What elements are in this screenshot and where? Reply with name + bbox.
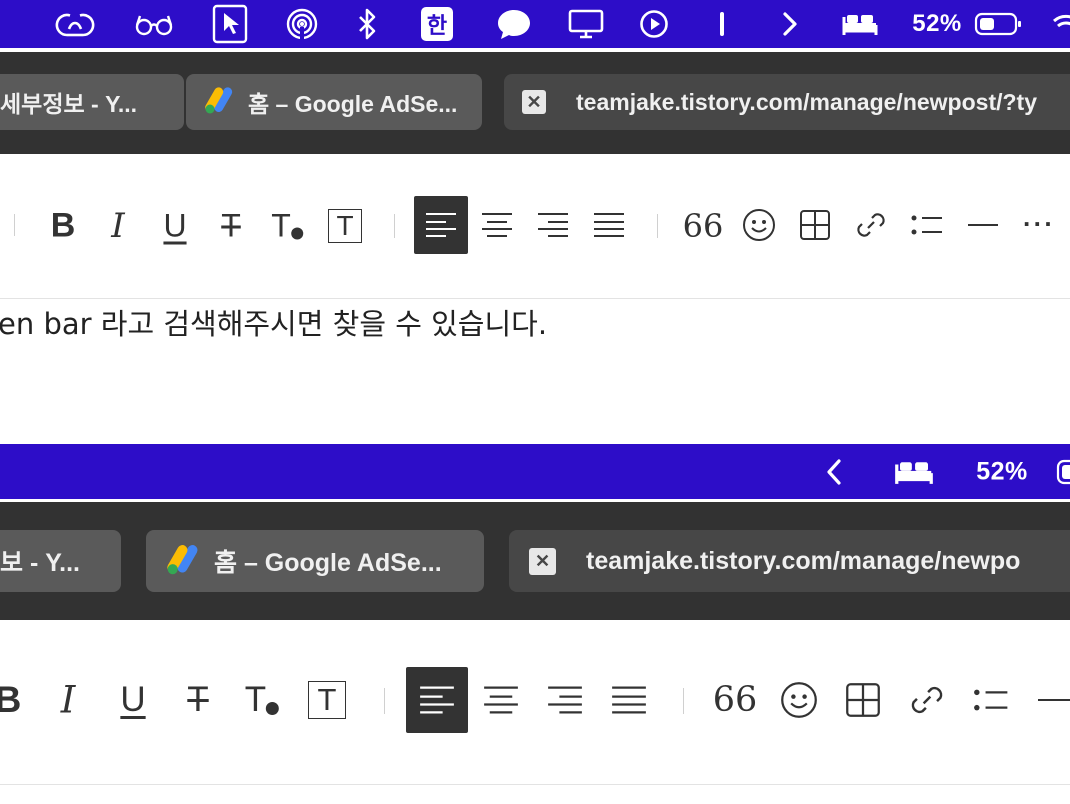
top-screenshot: 한 52% 세부정보 - Y... 홈 – Google AdSe... ✕ t… — [0, 0, 1070, 444]
quote-button[interactable]: 66 — [713, 680, 758, 720]
browser-tab-bar: 세부정보 - Y... 홈 – Google AdSe... ✕ teamjak… — [0, 52, 1070, 154]
bed-icon[interactable] — [894, 458, 934, 486]
input-source-icon[interactable]: 한 — [421, 7, 453, 41]
toolbar-divider — [384, 688, 385, 714]
link-icon[interactable] — [854, 208, 888, 242]
align-center-button[interactable] — [481, 212, 513, 238]
quote-button[interactable]: 66 — [683, 207, 724, 245]
glasses-icon[interactable] — [134, 12, 174, 36]
browser-tab-bar: 보 - Y... 홈 – Google AdSe... ✕ teamjake.t… — [0, 502, 1070, 620]
underline-button[interactable]: U — [163, 208, 186, 245]
align-justify-button[interactable] — [611, 685, 647, 715]
google-ads-icon — [166, 541, 204, 582]
horizontal-rule-icon[interactable] — [968, 224, 998, 226]
battery-percent: 52% — [976, 457, 1028, 485]
bold-button[interactable]: B — [51, 207, 76, 246]
bold-button[interactable]: B — [0, 679, 21, 721]
close-tab-icon[interactable]: ✕ — [529, 547, 556, 575]
play-circle-icon[interactable] — [639, 9, 669, 39]
tab-title: 홈 – Google AdSe... — [214, 549, 442, 577]
close-tab-icon[interactable]: ✕ — [522, 90, 546, 114]
bed-icon[interactable] — [842, 11, 878, 37]
table-icon[interactable] — [799, 209, 831, 241]
editor-toolbar: B I U T T T 66 — [0, 156, 1070, 298]
tab-url: teamjake.tistory.com/manage/newpo — [586, 546, 1021, 575]
bluetooth-icon[interactable] — [357, 8, 377, 40]
toolbar-divider — [394, 214, 395, 238]
menu-bar: 한 52% — [0, 0, 1070, 48]
menu-bar: 52% — [0, 444, 1070, 499]
align-left-button[interactable] — [419, 685, 455, 715]
tab-youtube-details[interactable]: 세부정보 - Y... — [0, 74, 184, 130]
chat-bubble-icon[interactable] — [496, 8, 532, 40]
text-color-glyph: T — [271, 207, 291, 244]
color-dot-icon — [290, 227, 303, 239]
editor-body-text[interactable]: en bar 라고 검색해주시면 찾을 수 있습니다. — [0, 301, 547, 343]
align-justify-button[interactable] — [593, 212, 625, 238]
tab-url: teamjake.tistory.com/manage/newpost/?ty — [576, 88, 1037, 115]
text-color-button[interactable]: T — [271, 208, 303, 245]
link-icon[interactable] — [908, 681, 946, 719]
strikethrough-button[interactable]: T — [221, 208, 241, 245]
input-source-label: 한 — [421, 7, 453, 41]
emoji-icon[interactable] — [780, 681, 818, 719]
tab-title: 홈 – Google AdSe... — [248, 91, 458, 117]
display-icon[interactable] — [568, 9, 604, 39]
text-background-button[interactable]: T — [308, 681, 346, 719]
google-ads-icon — [204, 84, 238, 120]
underline-button[interactable]: U — [120, 680, 145, 720]
creative-cloud-icon[interactable] — [55, 9, 95, 39]
toolbar-bottom-divider — [0, 784, 1070, 785]
text-background-button[interactable]: T — [328, 209, 362, 243]
battery-percent: 52% — [912, 10, 962, 37]
toolbar-bottom-divider — [0, 298, 1070, 299]
vertical-bar-icon[interactable] — [720, 12, 724, 36]
text-color-button[interactable]: T — [244, 680, 280, 720]
bullet-list-icon[interactable] — [911, 214, 943, 236]
text-color-glyph: T — [244, 680, 267, 719]
bottom-screenshot: 52% 보 - Y... 홈 – Google AdSe... ✕ teamja… — [0, 444, 1070, 804]
color-dot-icon — [266, 701, 280, 715]
italic-button[interactable]: I — [61, 679, 76, 722]
strikethrough-button[interactable]: T — [187, 680, 208, 720]
bullet-list-icon[interactable] — [973, 688, 1009, 712]
tab-tistory-newpost[interactable]: ✕ teamjake.tistory.com/manage/newpo — [509, 530, 1070, 592]
airdrop-icon[interactable] — [285, 7, 319, 41]
tab-title: 보 - Y... — [0, 549, 80, 577]
toolbar-divider — [657, 214, 658, 238]
tab-google-adsense[interactable]: 홈 – Google AdSe... — [186, 74, 482, 130]
toolbar-divider — [14, 214, 15, 236]
align-center-button[interactable] — [483, 685, 519, 715]
emoji-icon[interactable] — [742, 208, 776, 242]
battery-icon[interactable] — [974, 12, 1022, 36]
cursor-select-icon[interactable] — [212, 4, 248, 44]
battery-icon[interactable] — [1056, 459, 1070, 485]
editor-toolbar: B I U T T T 66 — [0, 622, 1070, 782]
align-right-button[interactable] — [537, 212, 569, 238]
chevron-right-icon[interactable] — [782, 11, 798, 37]
tab-title: 세부정보 - Y... — [0, 91, 138, 117]
tab-google-adsense[interactable]: 홈 – Google AdSe... — [146, 530, 484, 592]
tab-tistory-newpost[interactable]: ✕ teamjake.tistory.com/manage/newpost/?t… — [504, 74, 1070, 130]
align-left-button[interactable] — [425, 212, 457, 238]
toolbar-divider — [683, 688, 684, 714]
more-options-button[interactable]: ··· — [1023, 209, 1055, 240]
table-icon[interactable] — [845, 682, 881, 718]
italic-button[interactable]: I — [111, 206, 124, 246]
horizontal-rule-icon[interactable] — [1038, 699, 1070, 701]
wifi-icon[interactable] — [1051, 11, 1070, 37]
chevron-left-icon[interactable] — [826, 458, 842, 486]
tab-youtube-details[interactable]: 보 - Y... — [0, 530, 121, 592]
align-right-button[interactable] — [547, 685, 583, 715]
